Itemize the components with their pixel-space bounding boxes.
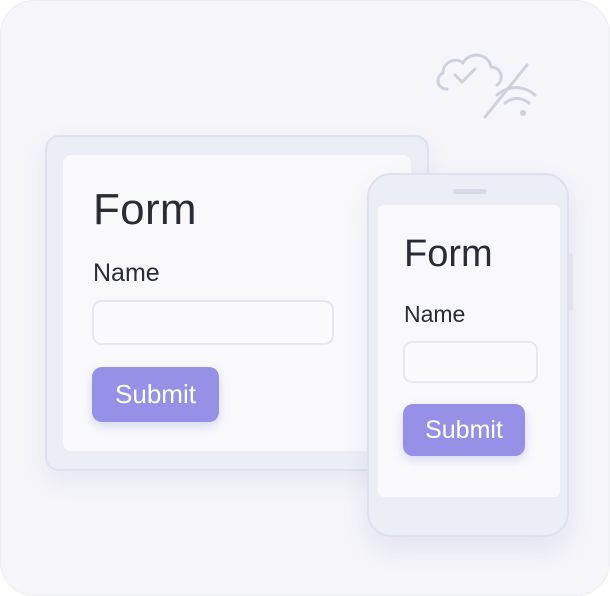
- cloud-check-wifi-off-icon: [436, 53, 537, 119]
- phone-side-button: [569, 253, 573, 311]
- tablet-form-title: Form: [93, 185, 197, 234]
- phone-screen: Form Name Submit: [378, 205, 560, 497]
- tablet-screen: Form Name Submit: [63, 155, 411, 451]
- tablet-name-input[interactable]: [92, 300, 334, 345]
- phone-speaker: [453, 189, 487, 194]
- tablet-submit-button[interactable]: Submit: [92, 367, 219, 422]
- phone-name-label: Name: [404, 301, 466, 327]
- tablet-name-label: Name: [93, 259, 160, 287]
- phone-form-title: Form: [404, 233, 493, 275]
- phone-submit-button[interactable]: Submit: [403, 404, 525, 456]
- illustration-card: Form Name Submit Form Name Submit: [0, 0, 610, 596]
- phone-device: Form Name Submit: [367, 173, 573, 537]
- phone-name-input[interactable]: [403, 341, 538, 383]
